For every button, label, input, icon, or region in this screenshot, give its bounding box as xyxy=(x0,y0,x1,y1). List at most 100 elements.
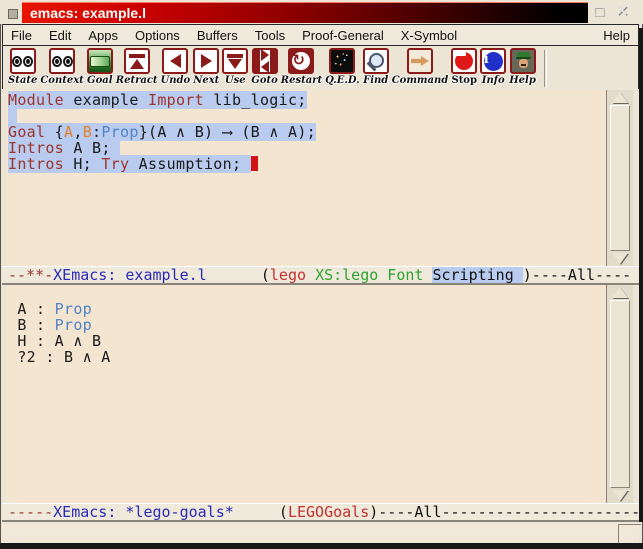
xemacs-window: emacs: example.l □ ✕ File Edit Apps Options… xyxy=(0,0,643,549)
buffer-line: H : A ∧ B xyxy=(8,333,111,349)
text-segment: ( xyxy=(207,266,270,284)
script-buffer-text: Module example Import lib_logic; Goal {A… xyxy=(8,92,316,172)
use-icon xyxy=(222,48,248,74)
menu-item-options[interactable]: Options xyxy=(135,28,180,43)
text-segment xyxy=(306,266,315,284)
menu-item-edit[interactable]: Edit xyxy=(49,28,71,43)
frame-right-edge xyxy=(639,28,643,522)
toolbar-label: Restart xyxy=(281,75,322,86)
buffer-line: ?2 : B ∧ A xyxy=(8,349,111,365)
qed-icon xyxy=(329,48,355,74)
menu-toolbar-box: File Edit Apps Options Buffers Tools Proof-Gen… xyxy=(2,24,639,89)
scroll-down-icon[interactable] xyxy=(610,489,630,502)
menu-item-x-symbol[interactable]: X-Symbol xyxy=(401,28,457,43)
toolbar-button-undo[interactable]: Undo xyxy=(161,48,191,86)
find-icon xyxy=(363,48,389,74)
text-segment: ----- xyxy=(8,503,53,521)
toolbar-button-restart[interactable]: ↻Restart xyxy=(281,48,322,86)
locked-region-highlight: Intros H; Try Assumption; xyxy=(8,155,251,173)
goals-buffer[interactable]: A : Prop B : Prop H : A ∧ B ?2 : B ∧ A xyxy=(6,285,606,503)
buffer-line: Intros H; Try Assumption; xyxy=(8,156,316,172)
maximize-icon[interactable]: □ xyxy=(589,1,609,21)
text-segment: Assumption; xyxy=(129,155,250,173)
scroll-up-icon[interactable] xyxy=(610,286,630,299)
toolbar-label: Goto xyxy=(251,75,278,86)
toolbar-button-info[interactable]: iInfo xyxy=(480,48,506,86)
text-segment: XS:lego Font xyxy=(315,266,423,284)
toolbar-button-retract[interactable]: Retract xyxy=(116,48,158,86)
text-segment: example xyxy=(64,91,148,109)
window-title: emacs: example.l xyxy=(22,5,146,21)
text-segment: lib_logic; xyxy=(204,91,307,109)
help-icon xyxy=(510,48,536,74)
toolbar-button-stop[interactable]: Stop xyxy=(451,48,477,86)
text-segment: Intros xyxy=(8,155,64,173)
text-segment: ?2 : B ∧ A xyxy=(8,348,111,366)
goal-image-icon xyxy=(87,48,113,74)
titlebar[interactable]: emacs: example.l □ ✕ xyxy=(0,0,643,24)
scrollbar-thumb[interactable] xyxy=(610,105,630,251)
toolbar-button-goto[interactable]: Goto xyxy=(251,48,278,86)
text-segment: --**- xyxy=(8,266,53,284)
window-menu-icon[interactable] xyxy=(8,9,18,19)
menu-item-buffers[interactable]: Buffers xyxy=(197,28,238,43)
text-segment: Try xyxy=(101,155,129,173)
next-icon xyxy=(193,48,219,74)
toolbar-button-command[interactable]: Command xyxy=(392,48,449,86)
toolbar-label: State xyxy=(8,75,37,86)
scrollbar-thumb[interactable] xyxy=(610,300,630,488)
goto-icon xyxy=(252,48,278,74)
menu-item-proof-general[interactable]: Proof-General xyxy=(302,28,384,43)
info-icon: i xyxy=(480,48,506,74)
toolbar-button-find[interactable]: Find xyxy=(363,48,389,86)
close-icon[interactable]: ✕ xyxy=(612,1,632,21)
toolbar-label: Context xyxy=(40,75,83,86)
stop-icon xyxy=(451,48,477,74)
text-segment: ( xyxy=(234,503,288,521)
text-segment: )----All---------------------- xyxy=(369,503,639,521)
toolbar-label: Info xyxy=(482,75,505,86)
buffer-line xyxy=(8,108,316,124)
menu-bar: File Edit Apps Options Buffers Tools Proof-Gen… xyxy=(3,25,638,46)
scroll-down-icon[interactable] xyxy=(610,252,630,265)
toolbar-label: Next xyxy=(193,75,219,86)
text-segment: XEmacs: example.l xyxy=(53,266,207,284)
text-segment: }(A ∧ B) ⟶ (B ∧ A); xyxy=(139,123,316,141)
resize-corner[interactable] xyxy=(618,524,641,543)
toolbar-label: Goal xyxy=(87,75,113,86)
retract-icon xyxy=(124,48,150,74)
goals-buffer-text: A : Prop B : Prop H : A ∧ B ?2 : B ∧ A xyxy=(8,301,111,365)
goals-scrollbar[interactable] xyxy=(606,285,633,503)
script-scrollbar[interactable] xyxy=(606,90,633,266)
goals-modeline: -----XEmacs: *lego-goals* (LEGOGoals)---… xyxy=(2,503,639,522)
toolbar-separator xyxy=(544,50,547,87)
locked-region-highlight: Module example Import lib_logic; xyxy=(8,91,307,109)
toolbar-button-goal[interactable]: Goal xyxy=(87,48,113,86)
text-segment: H; xyxy=(64,155,101,173)
menu-item-file[interactable]: File xyxy=(11,28,32,43)
menu-item-apps[interactable]: Apps xyxy=(88,28,118,43)
buffer-line: Goal {A,B:Prop}(A ∧ B) ⟶ (B ∧ A); xyxy=(8,124,316,140)
restart-icon: ↻ xyxy=(288,48,314,74)
command-icon xyxy=(407,48,433,74)
toolbar-button-next[interactable]: Next xyxy=(193,48,219,86)
text-segment: Scripting xyxy=(432,266,522,284)
toolbar-button-context[interactable]: Context xyxy=(40,48,83,86)
text-segment: XEmacs: *lego-goals* xyxy=(53,503,234,521)
toolbar-label: Undo xyxy=(161,75,191,86)
script-modeline: --**-XEmacs: example.l (lego XS:lego Fon… xyxy=(2,266,639,285)
text-cursor xyxy=(251,156,258,171)
minibuffer[interactable] xyxy=(2,522,639,543)
toolbar-label: Use xyxy=(225,75,246,86)
menu-item-tools[interactable]: Tools xyxy=(255,28,285,43)
titlebar-gradient: emacs: example.l xyxy=(22,2,588,23)
script-buffer[interactable]: Module example Import lib_logic; Goal {A… xyxy=(6,90,606,266)
menu-item-help[interactable]: Help xyxy=(603,28,630,43)
toolbar-button-state[interactable]: State xyxy=(8,48,37,86)
toolbar-button-q-e-d[interactable]: Q.E.D. xyxy=(325,48,360,86)
scroll-up-icon[interactable] xyxy=(610,91,630,104)
toolbar: StateContextGoalRetractUndoNextUseGoto↻R… xyxy=(3,46,638,91)
toolbar-button-use[interactable]: Use xyxy=(222,48,248,86)
frame-bottom-edge xyxy=(0,543,643,549)
toolbar-button-help[interactable]: Help xyxy=(509,48,536,86)
